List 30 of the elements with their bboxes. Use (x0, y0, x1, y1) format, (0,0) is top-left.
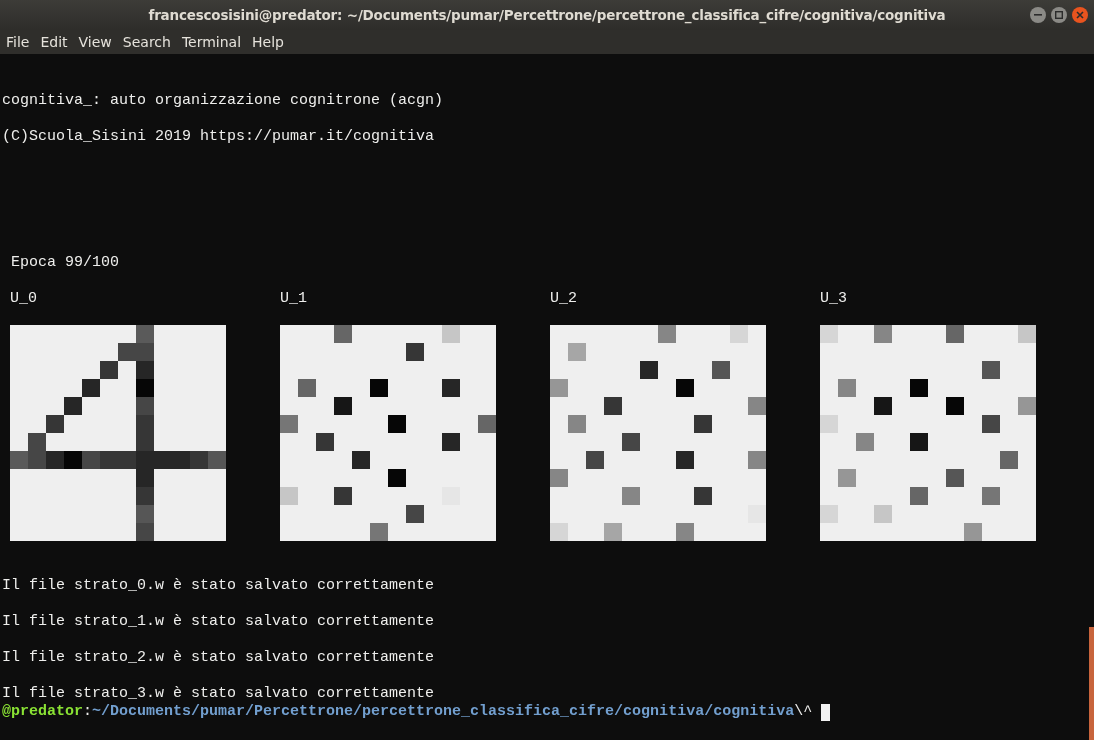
output-line: Il file strato_0.w è stato salvato correttamente (2, 577, 435, 595)
prompt-separator: : (83, 703, 93, 721)
panel-label: U_2 (550, 290, 577, 308)
menu-item[interactable]: Edit (40, 34, 68, 50)
panel-label: U_3 (820, 290, 847, 308)
output-line: cognitiva_: auto organizzazione cognitrone (acgn) (2, 92, 444, 110)
minimize-button[interactable] (1030, 7, 1046, 23)
menu-item[interactable]: File (6, 34, 30, 50)
output-line: (C)Scuola_Sisini 2019 https://pumar.it/cognitiva (2, 128, 435, 146)
menu-item[interactable]: Terminal (181, 34, 242, 50)
panel-label: U_1 (280, 290, 307, 308)
window-title: francescosisini@predator: ~/Documents/pumar/Percettrone/percettrone_classifica_cifre/cognitiva/cognitiva (148, 7, 946, 23)
typed-text: \^ (794, 703, 813, 721)
output-line: Il file strato_2.w è stato salvato correttamente (2, 649, 435, 667)
maximize-button[interactable] (1051, 7, 1067, 23)
output-line: Il file strato_1.w è stato salvato correttamente (2, 613, 435, 631)
menu-item[interactable]: Help (252, 34, 284, 50)
text-cursor (821, 703, 831, 721)
prompt-host: @predator (2, 703, 83, 721)
menu-item[interactable]: Search (122, 34, 171, 50)
close-icon (1076, 11, 1084, 19)
panel-label: U_0 (10, 290, 37, 308)
scrollbar[interactable] (1089, 627, 1094, 740)
output-line: Il file strato_3.w è stato salvato correttamente (2, 685, 435, 703)
prompt-path: ~/Documents/pumar/Percettrone/percettrone_classifica_cifre/cognitiva/cognitiva (92, 703, 795, 721)
minimize-icon (1034, 11, 1042, 19)
output-line: Epoca 99/100 (11, 254, 120, 272)
menu-item[interactable]: View (78, 34, 112, 50)
maximize-icon (1055, 11, 1063, 19)
close-button[interactable] (1072, 7, 1088, 23)
